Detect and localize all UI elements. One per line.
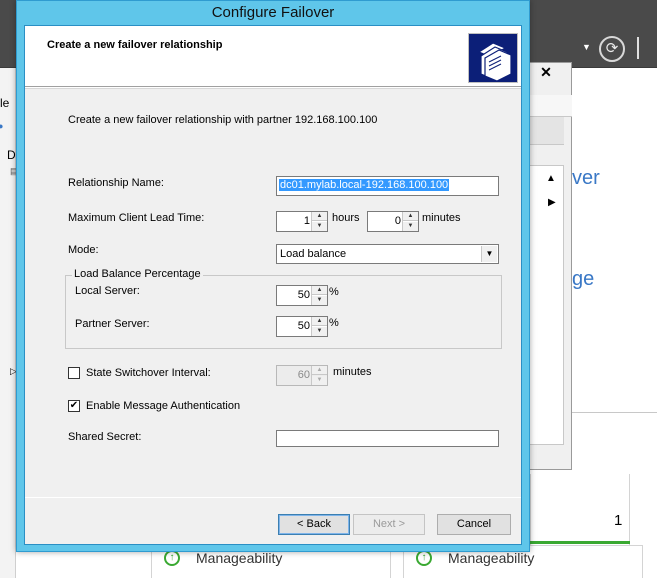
bg-divider — [572, 412, 657, 413]
bg-link-manage[interactable]: ge — [572, 268, 594, 291]
bg-left-text: le — [0, 96, 10, 110]
header-separator — [25, 87, 521, 89]
bg-status-item[interactable]: ↑ Manageability — [416, 550, 534, 566]
mclt-minutes-spinner[interactable]: 0 ▲ ▼ — [367, 211, 419, 232]
bg-status-item[interactable]: ↑ Manageability — [164, 550, 282, 566]
spin-up-icon[interactable]: ▲ — [312, 286, 327, 295]
mclt-minutes-unit: minutes — [422, 212, 461, 224]
dialog-body: Create a new failover relationship Creat… — [24, 25, 522, 545]
relationship-name-label: Relationship Name: — [68, 177, 164, 189]
chevron-right-icon[interactable]: ▶ — [548, 197, 556, 208]
dialog-header: Create a new failover relationship — [25, 26, 521, 87]
cancel-button[interactable]: Cancel — [437, 514, 511, 535]
back-button[interactable]: < Back — [278, 514, 350, 535]
local-server-spinner[interactable]: 50 ▲ ▼ — [276, 285, 328, 306]
configure-failover-dialog: Configure Failover Create a new failover… — [16, 0, 530, 552]
bg-left-pane — [0, 68, 16, 578]
next-button[interactable]: Next > — [353, 514, 425, 535]
partner-server-label: Partner Server: — [75, 318, 150, 330]
spin-down-icon[interactable]: ▼ — [403, 222, 418, 231]
bg-status-label: Manageability — [196, 550, 283, 566]
message-auth-checkbox[interactable]: ✔ — [68, 400, 80, 412]
partner-server-spinner[interactable]: 50 ▲ ▼ — [276, 316, 328, 337]
local-server-unit: % — [329, 286, 339, 298]
bg-subwindow-menubar — [528, 95, 572, 117]
toolbar-separator — [637, 37, 639, 59]
mclt-hours-unit: hours — [332, 212, 360, 224]
relationship-name-input[interactable]: dc01.mylab.local-192.168.100.100 — [276, 176, 499, 196]
spin-down-icon[interactable]: ▼ — [312, 222, 327, 231]
mode-select[interactable]: Load balance ▼ — [276, 244, 499, 264]
message-auth-label: Enable Message Authentication — [86, 400, 241, 412]
arrow-up-circle-icon: ↑ — [164, 550, 180, 566]
spin-up-icon[interactable]: ▲ — [312, 317, 327, 326]
state-switchover-spinner[interactable]: 60 ▲ ▼ — [276, 365, 328, 386]
bg-subwindow-toolbar — [528, 117, 564, 145]
scroll-up-icon[interactable]: ▲ — [542, 173, 560, 189]
spin-down-icon[interactable]: ▼ — [312, 296, 327, 305]
load-balance-group-title: Load Balance Percentage — [72, 268, 203, 280]
spin-down-icon[interactable]: ▼ — [312, 376, 327, 385]
mclt-hours-spinner[interactable]: 1 ▲ ▼ — [276, 211, 328, 232]
chevron-down-icon[interactable]: ▼ — [582, 42, 591, 52]
spin-up-icon[interactable]: ▲ — [312, 366, 327, 375]
arrow-up-circle-icon: ↑ — [416, 550, 432, 566]
spin-up-icon[interactable]: ▲ — [312, 212, 327, 221]
mode-label: Mode: — [68, 244, 99, 256]
mclt-hours-value: 1 — [303, 215, 310, 227]
footer-separator — [25, 497, 521, 498]
shared-secret-input[interactable] — [276, 430, 499, 447]
bg-tile-count: 1 — [614, 512, 623, 529]
partner-server-unit: % — [329, 317, 339, 329]
spin-down-icon[interactable]: ▼ — [312, 327, 327, 336]
bg-left-text: D — [7, 148, 16, 162]
bg-status-label: Manageability — [448, 550, 535, 566]
local-server-value: 50 — [297, 289, 310, 301]
state-switchover-value: 60 — [297, 369, 310, 381]
chevron-down-icon[interactable]: ▼ — [481, 246, 497, 262]
bg-subwindow-list — [528, 165, 564, 445]
dialog-title: Configure Failover — [211, 4, 335, 21]
description-text: Create a new failover relationship with … — [68, 114, 378, 126]
mclt-minutes-value: 0 — [394, 215, 401, 227]
bg-link-failover[interactable]: ver — [572, 167, 600, 190]
mclt-label: Maximum Client Lead Time: — [68, 212, 205, 224]
relationship-name-value: dc01.mylab.local-192.168.100.100 — [279, 179, 450, 191]
bg-tile-status-bar — [530, 541, 630, 544]
folders-icon — [468, 33, 518, 83]
state-switchover-unit: minutes — [333, 366, 372, 378]
close-icon[interactable]: ✕ — [532, 62, 560, 82]
spin-up-icon[interactable]: ▲ — [403, 212, 418, 221]
state-switchover-label: State Switchover Interval: — [86, 367, 211, 379]
state-switchover-checkbox[interactable] — [68, 367, 80, 379]
refresh-icon[interactable]: ⟳ — [599, 36, 625, 62]
local-server-label: Local Server: — [75, 285, 140, 297]
mode-value: Load balance — [280, 248, 347, 260]
shared-secret-label: Shared Secret: — [68, 431, 142, 443]
header-title: Create a new failover relationship — [47, 39, 223, 51]
bg-left-icon: ● — [0, 121, 4, 131]
partner-server-value: 50 — [297, 320, 310, 332]
